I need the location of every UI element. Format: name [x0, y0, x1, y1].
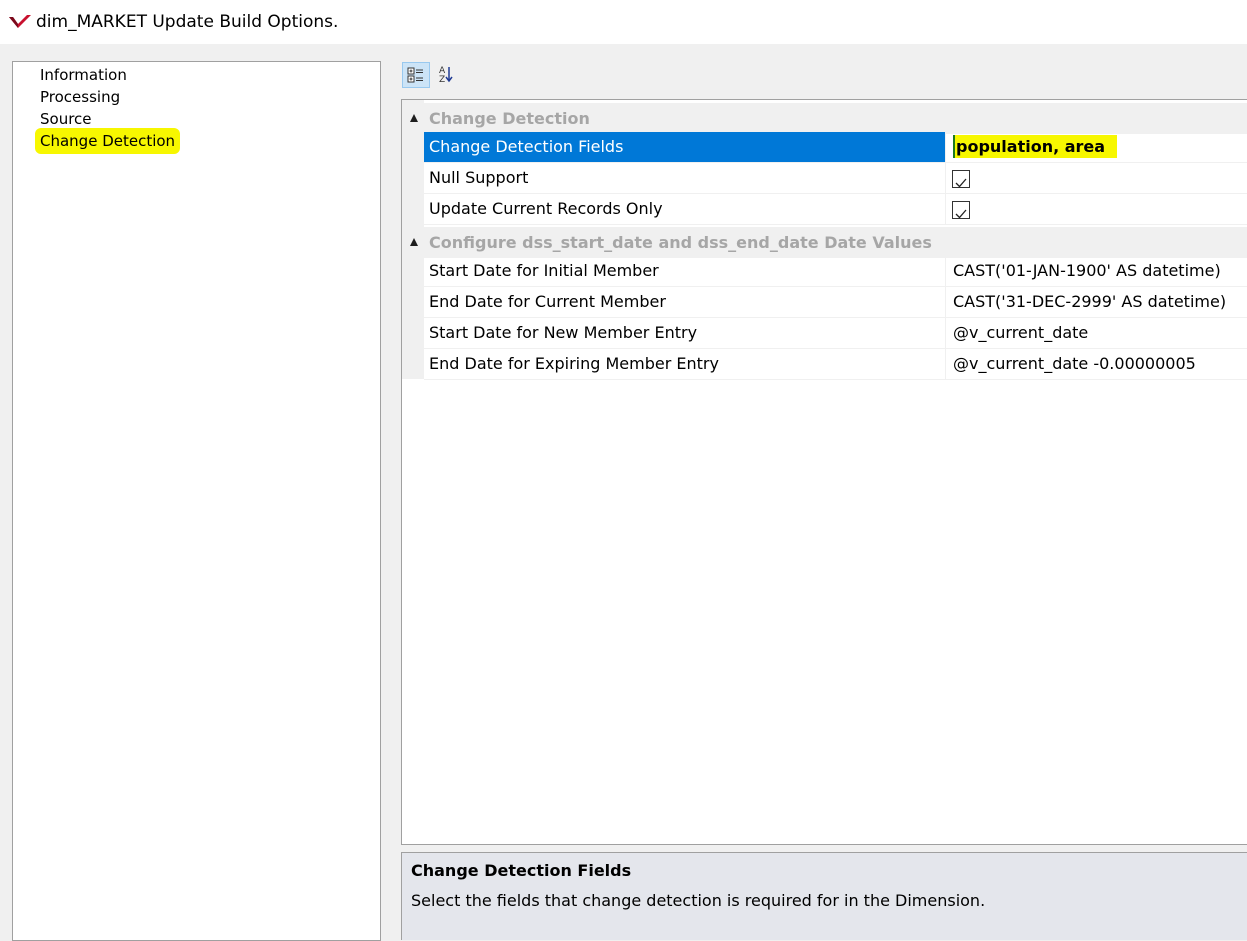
nav-item-source[interactable]: Source	[38, 109, 94, 129]
property-name: Start Date for New Member Entry	[424, 318, 946, 348]
category-configure-dates[interactable]: Configure dss_start_date and dss_end_dat…	[402, 227, 1247, 258]
property-name: Update Current Records Only	[424, 194, 946, 224]
window-title: dim_MARKET Update Build Options.	[36, 12, 339, 32]
property-name: Null Support	[424, 163, 946, 193]
sort-az-icon: A Z	[439, 66, 453, 85]
null-support-checkbox[interactable]	[952, 170, 970, 188]
category-label: Configure dss_start_date and dss_end_dat…	[429, 233, 932, 252]
nav-item-change-detection[interactable]: Change Detection	[38, 131, 178, 151]
property-row-start-date-new[interactable]: Start Date for New Member Entry @v_curre…	[424, 318, 1247, 349]
checkmark-icon	[955, 178, 967, 188]
nav-item-information[interactable]: Information	[38, 65, 129, 85]
property-value[interactable]: @v_current_date	[947, 318, 1247, 348]
property-value[interactable]: CAST('31-DEC-2999' AS datetime)	[947, 287, 1247, 317]
options-nav-pane: Information Processing Source Change Det…	[12, 61, 381, 941]
nav-item-processing[interactable]: Processing	[38, 87, 122, 107]
collapse-triangle-icon[interactable]	[410, 238, 418, 246]
help-description: Select the fields that change detection …	[411, 891, 986, 910]
update-current-records-checkbox[interactable]	[952, 201, 970, 219]
property-row-end-date-expiring[interactable]: End Date for Expiring Member Entry @v_cu…	[424, 349, 1247, 380]
change-detection-fields-value[interactable]: population, area	[953, 135, 1118, 158]
svg-text:Z: Z	[439, 75, 445, 85]
property-name: Start Date for Initial Member	[424, 256, 946, 286]
property-name: End Date for Expiring Member Entry	[424, 349, 946, 379]
property-row-change-detection-fields[interactable]: Change Detection Fields population, area	[424, 132, 1247, 163]
property-name: End Date for Current Member	[424, 287, 946, 317]
property-value[interactable]: CAST('01-JAN-1900' AS datetime)	[947, 256, 1247, 286]
property-grid: Change Detection Change Detection Fields…	[401, 99, 1247, 845]
alphabetical-view-button[interactable]: A Z	[434, 62, 462, 88]
property-name: Change Detection Fields	[424, 132, 946, 162]
categorized-view-button[interactable]	[402, 62, 430, 88]
property-value[interactable]: @v_current_date -0.00000005	[947, 349, 1247, 379]
category-change-detection[interactable]: Change Detection	[402, 103, 1247, 134]
property-row-null-support[interactable]: Null Support	[424, 163, 1247, 194]
checkmark-icon	[955, 209, 967, 219]
title-bar: dim_MARKET Update Build Options.	[0, 0, 1247, 44]
property-row-start-date-initial[interactable]: Start Date for Initial Member CAST('01-J…	[424, 256, 1247, 287]
property-value[interactable]	[947, 194, 1247, 224]
property-value[interactable]: population, area	[947, 132, 1247, 162]
property-value[interactable]	[947, 163, 1247, 193]
category-label: Change Detection	[429, 109, 590, 128]
property-row-update-current-records-only[interactable]: Update Current Records Only	[424, 194, 1247, 225]
categorized-icon	[407, 67, 423, 83]
help-title: Change Detection Fields	[411, 861, 632, 880]
property-row-end-date-current[interactable]: End Date for Current Member CAST('31-DEC…	[424, 287, 1247, 318]
collapse-triangle-icon[interactable]	[410, 114, 418, 122]
app-logo-icon	[9, 15, 31, 28]
property-help-pane: Change Detection Fields Select the field…	[401, 852, 1247, 940]
